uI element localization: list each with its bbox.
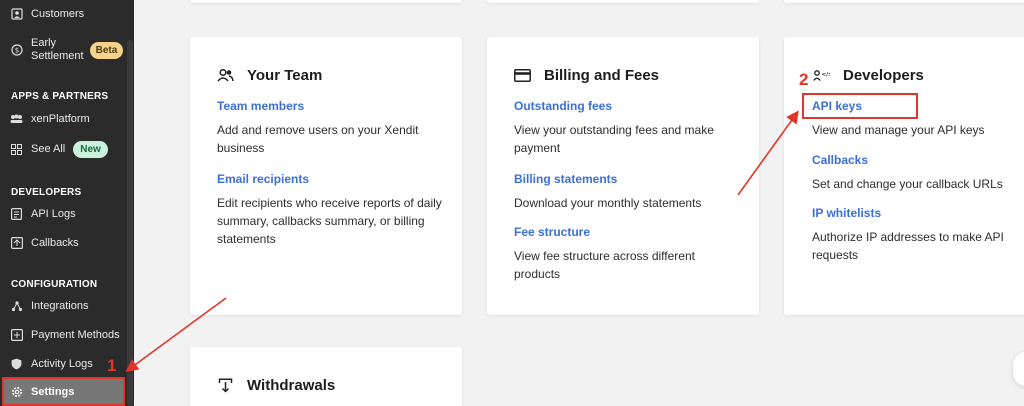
- arrow-to-settings: [125, 297, 227, 372]
- arrow-to-api-keys: [737, 110, 799, 196]
- annotation-arrows: [125, 110, 799, 372]
